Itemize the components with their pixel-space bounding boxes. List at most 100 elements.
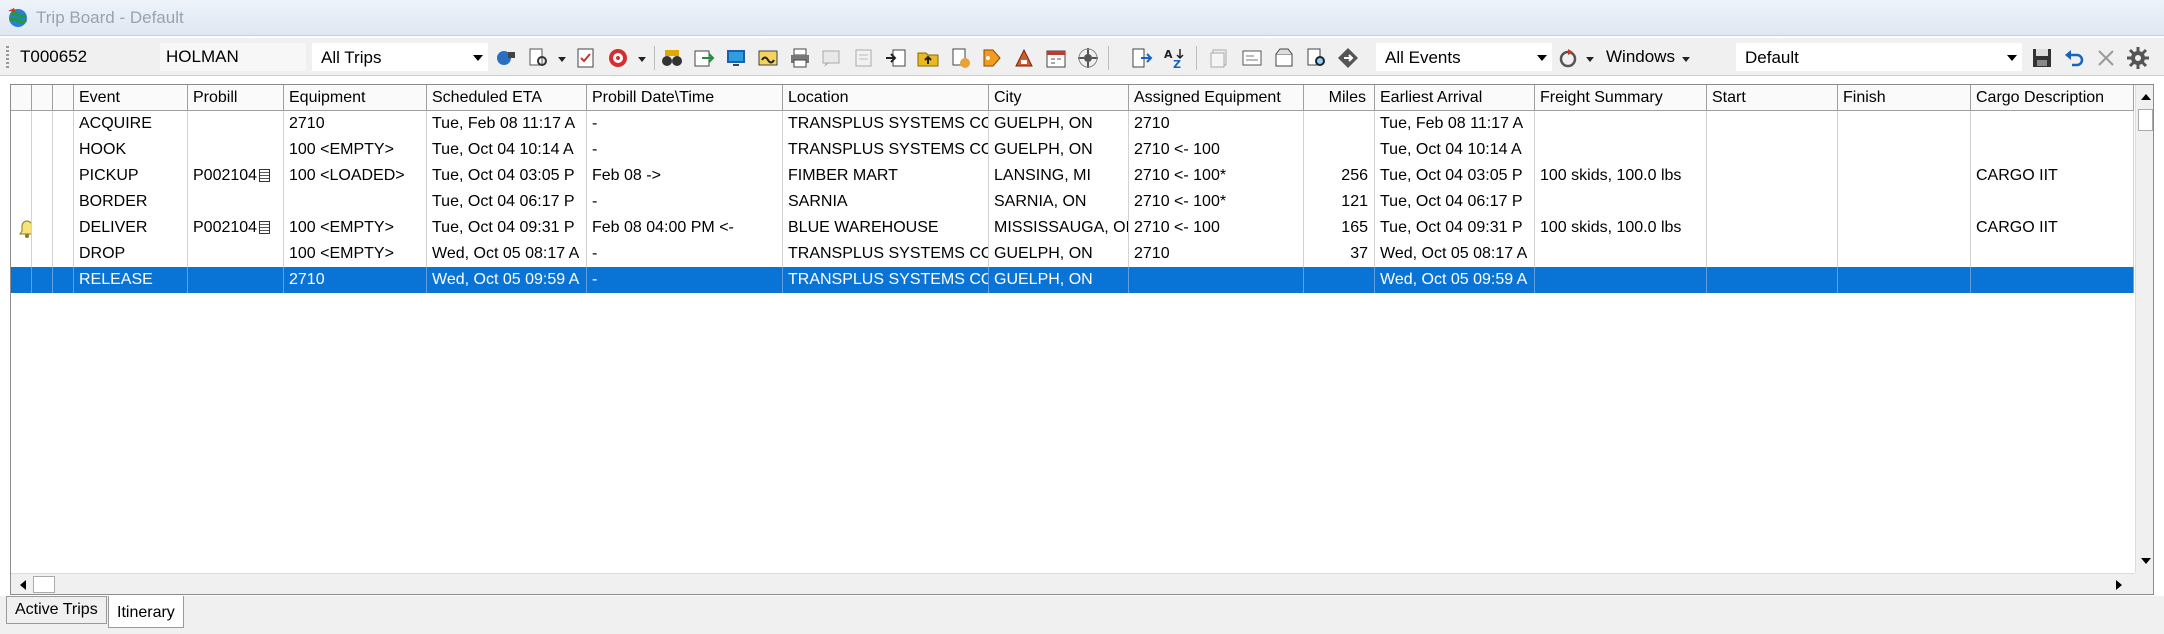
cell-event[interactable]: BORDER (74, 189, 188, 215)
sort-az-icon[interactable]: AZ (1162, 46, 1186, 70)
column-header-probill[interactable]: Probill (188, 85, 284, 111)
cell-finish[interactable] (1838, 189, 1971, 215)
cell-location[interactable]: TRANSPLUS SYSTEMS CO (783, 241, 989, 267)
cell-indicator[interactable] (32, 111, 53, 137)
refresh-icon[interactable] (1556, 46, 1580, 70)
cell-cargo-description[interactable] (1971, 111, 2134, 137)
cell-earliest-arrival[interactable]: Wed, Oct 05 09:59 A (1375, 267, 1535, 293)
cell-start[interactable] (1707, 163, 1838, 189)
cell-freight-summary[interactable] (1535, 189, 1707, 215)
cell-location[interactable]: TRANSPLUS SYSTEMS CO (783, 137, 989, 163)
cell-probill-datetime[interactable]: Feb 08 -> (587, 163, 783, 189)
cell-equipment[interactable]: 100 <LOADED> (284, 163, 427, 189)
cell-earliest-arrival[interactable]: Tue, Oct 04 10:14 A (1375, 137, 1535, 163)
cell-start[interactable] (1707, 267, 1838, 293)
vertical-scroll-thumb[interactable] (2138, 109, 2153, 131)
column-header-city[interactable]: City (989, 85, 1129, 111)
cell-indicator[interactable] (11, 163, 32, 189)
cell-scheduled-eta[interactable]: Tue, Oct 04 06:17 P (427, 189, 587, 215)
cell-probill-datetime[interactable]: - (587, 241, 783, 267)
scroll-right-button[interactable] (2109, 575, 2128, 594)
cell-cargo-description[interactable] (1971, 267, 2134, 293)
column-header-freight-summary[interactable]: Freight Summary (1535, 85, 1707, 111)
cell-scheduled-eta[interactable]: Wed, Oct 05 09:59 A (427, 267, 587, 293)
cell-indicator[interactable] (53, 189, 74, 215)
column-header[interactable] (32, 85, 53, 111)
cell-indicator[interactable] (53, 215, 74, 241)
cell-probill-datetime[interactable]: - (587, 137, 783, 163)
cell-freight-summary[interactable] (1535, 241, 1707, 267)
column-header-probill-datetime[interactable]: Probill Date\Time (587, 85, 783, 111)
cell-probill[interactable] (188, 267, 284, 293)
exit-door-icon[interactable] (1130, 46, 1154, 70)
folder-up-icon[interactable] (916, 46, 940, 70)
dispatch-icon[interactable] (494, 46, 518, 70)
stamp-icon[interactable] (1012, 46, 1036, 70)
events-filter-select[interactable]: All Events (1376, 43, 1552, 71)
cell-finish[interactable] (1838, 241, 1971, 267)
cell-event[interactable]: HOOK (74, 137, 188, 163)
hand-document-icon[interactable] (948, 46, 972, 70)
table-row[interactable]: DROP 100 <EMPTY> Wed, Oct 05 08:17 A - TRANS… (11, 241, 2134, 267)
gear-icon[interactable] (2126, 46, 2150, 70)
column-header[interactable] (11, 85, 32, 111)
cell-cargo-description[interactable] (1971, 137, 2134, 163)
horizontal-scroll-thumb[interactable] (33, 576, 55, 593)
message-disabled-icon[interactable] (820, 46, 844, 70)
cell-equipment[interactable]: 100 <EMPTY> (284, 215, 427, 241)
cell-start[interactable] (1707, 189, 1838, 215)
cell-miles[interactable]: 256 (1304, 163, 1375, 189)
cell-city[interactable]: GUELPH, ON (989, 267, 1129, 293)
column-header-scheduled-eta[interactable]: Scheduled ETA (427, 85, 587, 111)
column-header-start[interactable]: Start (1707, 85, 1838, 111)
cell-miles[interactable]: 121 (1304, 189, 1375, 215)
cell-scheduled-eta[interactable]: Tue, Oct 04 09:31 P (427, 215, 587, 241)
cell-cargo-description[interactable] (1971, 189, 2134, 215)
sign-icon[interactable] (756, 46, 780, 70)
network-icon[interactable] (1076, 46, 1100, 70)
binoculars-icon[interactable] (660, 46, 684, 70)
cell-indicator[interactable] (53, 241, 74, 267)
export-icon[interactable] (692, 46, 716, 70)
cell-equipment[interactable]: 100 <EMPTY> (284, 241, 427, 267)
cell-probill[interactable] (188, 111, 284, 137)
cell-scheduled-eta[interactable]: Wed, Oct 05 08:17 A (427, 241, 587, 267)
cell-start[interactable] (1707, 241, 1838, 267)
cell-location[interactable]: TRANSPLUS SYSTEMS CO (783, 111, 989, 137)
column-header-miles[interactable]: Miles (1304, 85, 1375, 111)
document-magnify-icon[interactable] (1304, 46, 1328, 70)
cell-assigned-equipment[interactable]: 2710 <- 100 (1129, 215, 1304, 241)
driver-field[interactable]: HOLMAN (160, 43, 306, 71)
cell-miles[interactable]: 165 (1304, 215, 1375, 241)
cell-miles[interactable]: 37 (1304, 241, 1375, 267)
cell-miles[interactable] (1304, 111, 1375, 137)
scroll-down-button[interactable] (2136, 551, 2153, 571)
card-icon[interactable] (1240, 46, 1264, 70)
cell-probill-datetime[interactable]: - (587, 189, 783, 215)
cell-assigned-equipment[interactable]: 2710 (1129, 241, 1304, 267)
cell-city[interactable]: GUELPH, ON (989, 241, 1129, 267)
cell-equipment[interactable]: 2710 (284, 267, 427, 293)
cell-start[interactable] (1707, 111, 1838, 137)
column-header-equipment[interactable]: Equipment (284, 85, 427, 111)
cell-indicator[interactable] (11, 267, 32, 293)
cell-freight-summary[interactable] (1535, 111, 1707, 137)
scroll-up-button[interactable] (2136, 87, 2153, 107)
undo-icon[interactable] (2062, 46, 2086, 70)
trips-filter-select[interactable]: All Trips (312, 43, 488, 71)
cell-probill[interactable] (188, 137, 284, 163)
cell-indicator[interactable] (11, 215, 32, 241)
cell-location[interactable]: SARNIA (783, 189, 989, 215)
cell-probill[interactable]: P002104 (188, 163, 284, 189)
cell-event[interactable]: RELEASE (74, 267, 188, 293)
cell-event[interactable]: DELIVER (74, 215, 188, 241)
toolbar-grip[interactable] (6, 46, 9, 68)
cell-event[interactable]: ACQUIRE (74, 111, 188, 137)
table-row[interactable]: ACQUIRE 2710 Tue, Feb 08 11:17 A - TRANSPLUS… (11, 111, 2134, 137)
cell-city[interactable]: GUELPH, ON (989, 137, 1129, 163)
cell-indicator[interactable] (11, 241, 32, 267)
windows-menu[interactable]: Windows (1606, 43, 1675, 71)
cell-finish[interactable] (1838, 111, 1971, 137)
column-header-event[interactable]: Event (74, 85, 188, 111)
cell-earliest-arrival[interactable]: Tue, Feb 08 11:17 A (1375, 111, 1535, 137)
